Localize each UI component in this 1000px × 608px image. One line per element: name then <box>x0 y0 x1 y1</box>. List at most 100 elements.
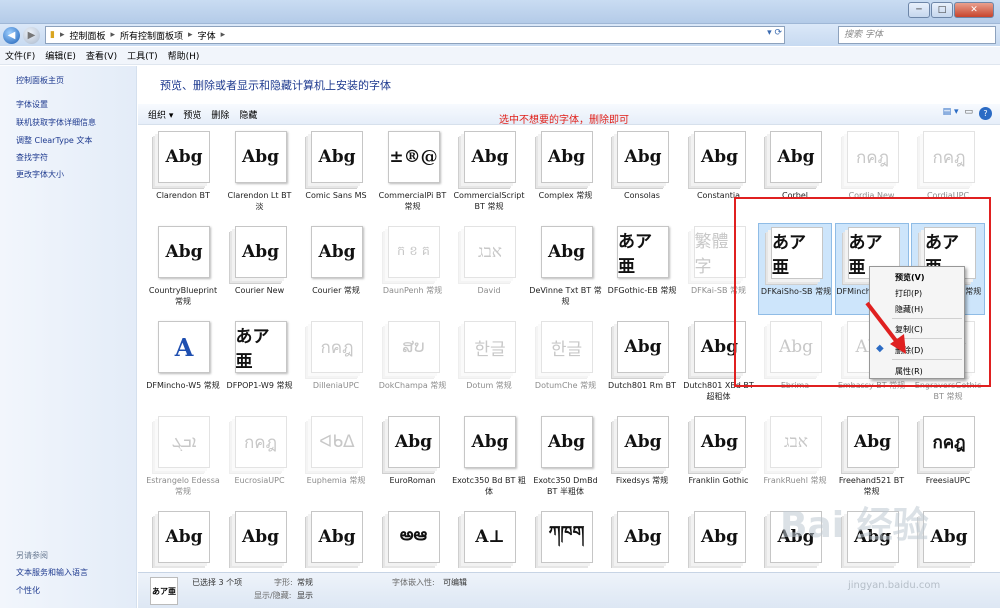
font-tile[interactable]: ᐊᑲᐃ Euphemia 常规 <box>299 413 373 505</box>
font-preview-icon: ក ខ គ <box>387 226 440 278</box>
sidebar-link-personalize[interactable]: 个性化 <box>16 585 40 596</box>
font-tile[interactable]: Abg Clarendon BT <box>146 128 220 220</box>
font-name-label: Freehand521 BT 常规 <box>838 476 905 496</box>
font-tile[interactable]: ក ខ គ DaunPenh 常规 <box>376 223 450 315</box>
font-preview-icon: Abg <box>234 131 287 183</box>
menu-edit[interactable]: 编辑(E) <box>45 49 76 62</box>
font-tile[interactable]: Abg Consolas <box>605 128 679 220</box>
font-tile[interactable]: Abg Exotc350 Bd BT 粗体 <box>452 413 526 505</box>
context-menu-preview[interactable]: 预览(V) <box>895 272 925 283</box>
sidebar-link-font-settings[interactable]: 字体设置 <box>16 99 48 110</box>
minimize-button[interactable]: ─ <box>908 2 930 18</box>
menu-file[interactable]: 文件(F) <box>5 49 35 62</box>
folder-icon: ▮ <box>50 30 55 40</box>
font-tile[interactable]: אבג David <box>452 223 526 315</box>
organize-button[interactable]: 组织 ▾ <box>148 108 173 121</box>
font-tile[interactable]: Abg <box>682 508 756 568</box>
font-tile[interactable]: Abg Complex 常规 <box>529 128 603 220</box>
font-tile[interactable]: Abg Courier New <box>223 223 297 315</box>
font-tile[interactable]: Abg <box>299 508 373 568</box>
font-preview-icon: Abg <box>617 511 669 563</box>
font-tile[interactable]: అఆ <box>376 508 450 568</box>
font-preview-icon: ཀཁག <box>540 511 593 563</box>
font-preview-icon: Abg <box>464 131 516 183</box>
font-tile[interactable]: Abg Freehand521 BT 常规 <box>835 413 909 505</box>
font-tile[interactable]: Abg CountryBlueprint 常规 <box>146 223 220 315</box>
sidebar-link-text-services[interactable]: 文本服务和输入语言 <box>16 567 88 578</box>
font-tile[interactable]: Abg Courier 常规 <box>299 223 373 315</box>
font-tile[interactable]: Abg CommercialScript BT 常规 <box>452 128 526 220</box>
font-name-label: Comic Sans MS <box>305 191 367 200</box>
context-menu-properties[interactable]: 属性(R) <box>895 366 923 377</box>
font-tile[interactable]: Abg Exotc350 DmBd BT 半粗体 <box>529 413 603 505</box>
search-input[interactable]: 搜索 字体 <box>838 26 996 44</box>
embed-value: 可编辑 <box>443 578 467 587</box>
font-tile[interactable]: あア亜 DFPOP1-W9 常规 <box>223 318 297 410</box>
sidebar-home-link[interactable]: 控制面板主页 <box>16 75 64 86</box>
font-preview-icon: Abg <box>617 416 669 468</box>
font-tile[interactable]: A⊥ <box>452 508 526 568</box>
font-name-label: DaunPenh 常规 <box>382 286 443 295</box>
font-tile[interactable]: ສບ DokChampa 常规 <box>376 318 450 410</box>
font-name-label: Exotc350 DmBd BT 半粗体 <box>533 476 598 496</box>
font-tile[interactable]: Abg Franklin Gothic <box>682 413 756 505</box>
menu-help[interactable]: 帮助(H) <box>168 49 200 62</box>
font-tile[interactable]: Abg Comic Sans MS <box>299 128 373 220</box>
font-preview-icon: กคฎ <box>923 416 975 468</box>
font-preview-icon: ສບ <box>387 321 440 373</box>
font-tile[interactable]: ܐܒܓ Estrangelo Edessa 常规 <box>146 413 220 505</box>
font-tile[interactable]: 한글 DotumChe 常规 <box>529 318 603 410</box>
address-bar[interactable]: ▮ ▸ 控制面板 ▸ 所有控制面板项 ▸ 字体 ▸ ▾ ⟳ <box>45 26 785 44</box>
font-preview-icon: Abg <box>617 131 669 183</box>
breadcrumb-fonts[interactable]: 字体 <box>198 29 216 42</box>
selected-font-thumbnail: あア亜 <box>150 577 178 605</box>
font-tile[interactable]: Abg <box>223 508 297 568</box>
font-tile[interactable]: あア亜 DFGothic-EB 常规 <box>605 223 679 315</box>
sidebar-link-font-size[interactable]: 更改字体大小 <box>16 169 64 180</box>
delete-button[interactable]: 删除 <box>211 108 229 121</box>
font-tile[interactable]: ±®@ CommercialPi BT 常规 <box>376 128 450 220</box>
font-tile[interactable]: กคฎ FreesiaUPC <box>911 413 985 505</box>
help-icon[interactable]: ? <box>979 107 992 120</box>
sidebar: 控制面板主页 字体设置 联机获取字体详细信息 调整 ClearType 文本 查… <box>0 66 137 608</box>
breadcrumb-all-items[interactable]: 所有控制面板项 <box>120 29 183 42</box>
font-tile[interactable]: Abg DeVinne Txt BT 常规 <box>529 223 603 315</box>
font-tile[interactable]: Abg Dutch801 Rm BT <box>605 318 679 410</box>
font-tile[interactable]: אבג FrankRuehl 常规 <box>758 413 832 505</box>
context-menu-print[interactable]: 打印(P) <box>895 288 922 299</box>
preview-pane-icon[interactable]: ▭ <box>964 107 973 120</box>
font-tile[interactable]: Abg EuroRoman <box>376 413 450 505</box>
selection-count: 已选择 3 个项 <box>192 578 243 587</box>
font-tile[interactable]: Abg Fixedsys 常规 <box>605 413 679 505</box>
view-options-icon[interactable]: ▤ ▾ <box>943 107 959 120</box>
font-tile[interactable]: 한글 Dotum 常规 <box>452 318 526 410</box>
font-preview-icon: Abg <box>311 511 363 563</box>
hide-button[interactable]: 隐藏 <box>239 108 257 121</box>
menu-view[interactable]: 查看(V) <box>86 49 117 62</box>
sidebar-link-online-info[interactable]: 联机获取字体详细信息 <box>16 117 96 128</box>
forward-arrow-icon[interactable]: ▶ <box>23 26 40 44</box>
font-tile[interactable]: กคฎ EucrosiaUPC <box>223 413 297 505</box>
show-hide-value: 显示 <box>297 591 313 600</box>
back-arrow-icon[interactable]: ◀ <box>3 26 20 44</box>
font-tile[interactable]: Abg <box>146 508 220 568</box>
sidebar-link-find-character[interactable]: 查找字符 <box>16 152 48 163</box>
refresh-icon[interactable]: ▾ ⟳ <box>767 28 782 38</box>
font-tile[interactable]: A DFMincho-W5 常规 <box>146 318 220 410</box>
font-name-label: EucrosiaUPC <box>234 476 285 485</box>
menu-tools[interactable]: 工具(T) <box>127 49 158 62</box>
font-tile[interactable]: ཀཁག <box>529 508 603 568</box>
breadcrumb-separator: ▸ <box>59 30 65 40</box>
font-tile[interactable]: Abg <box>605 508 679 568</box>
font-preview-icon: 한글 <box>540 321 593 373</box>
close-button[interactable]: ✕ <box>954 2 994 18</box>
breadcrumb-control-panel[interactable]: 控制面板 <box>69 29 105 42</box>
maximize-button[interactable]: □ <box>931 2 953 18</box>
font-tile[interactable]: กคฎ DilleniaUPC <box>299 318 373 410</box>
font-tile[interactable]: Abg Clarendon Lt BT 淡 <box>223 128 297 220</box>
page-title: 预览、删除或者显示和隐藏计算机上安装的字体 <box>160 79 391 92</box>
sidebar-link-cleartype[interactable]: 调整 ClearType 文本 <box>16 135 92 146</box>
preview-button[interactable]: 预览 <box>183 108 201 121</box>
font-name-label: DFPOP1-W9 常规 <box>226 381 293 390</box>
font-preview-icon: అఆ <box>387 511 440 563</box>
